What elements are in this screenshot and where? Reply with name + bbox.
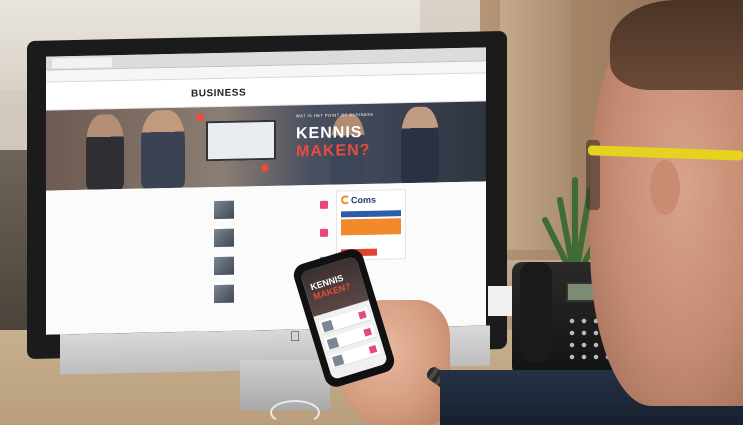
hero-title: KENNIS: [296, 123, 363, 143]
coms-logo-icon: [341, 195, 350, 205]
hero-hotspot[interactable]: [261, 163, 269, 173]
hero-title-highlight: MAKEN?: [296, 141, 371, 161]
phone-thumbnail: [326, 337, 340, 350]
hero-kicker: WAT IS HET POINT OF BUSINESS: [296, 111, 374, 119]
browser-tab[interactable]: [52, 57, 112, 69]
article-thumbnail: [214, 284, 234, 304]
article-thumbnail: [214, 228, 234, 248]
photo:  BUSINESS WAT IS HET POINT OF BUSINESS …: [0, 0, 743, 425]
phone-badge-icon: [363, 327, 373, 337]
url-text: [66, 70, 186, 81]
article-badge-icon: [320, 228, 328, 237]
hero-person: [86, 113, 124, 190]
hero-person: [141, 109, 185, 189]
cable: [270, 400, 320, 425]
phone-badge-icon: [368, 345, 378, 354]
article-thumbnail: [214, 200, 234, 220]
article-thumbnail: [214, 256, 234, 276]
hero-presentation-screen: [206, 119, 276, 162]
hero-banner: WAT IS HET POINT OF BUSINESS KENNIS MAKE…: [46, 101, 486, 191]
hero-person: [401, 106, 439, 184]
article-badge-icon: [320, 200, 328, 209]
phone-thumbnail: [331, 354, 345, 367]
coms-logo: Coms: [351, 194, 377, 206]
card-banner: [341, 210, 401, 218]
telephone-handset: [520, 262, 552, 362]
site-logo[interactable]: BUSINESS: [191, 87, 246, 99]
article-item[interactable]: [214, 199, 334, 224]
monitor-screen: BUSINESS WAT IS HET POINT OF BUSINESS KE…: [46, 47, 486, 335]
hair: [610, 0, 743, 90]
hero-hotspot[interactable]: [196, 113, 204, 122]
apple-logo-icon: : [290, 328, 304, 344]
card-callout: [341, 218, 401, 236]
article-item[interactable]: [214, 227, 334, 252]
phone-thumbnail: [321, 319, 334, 333]
phone-badge-icon: [358, 310, 367, 320]
ear: [650, 160, 680, 215]
